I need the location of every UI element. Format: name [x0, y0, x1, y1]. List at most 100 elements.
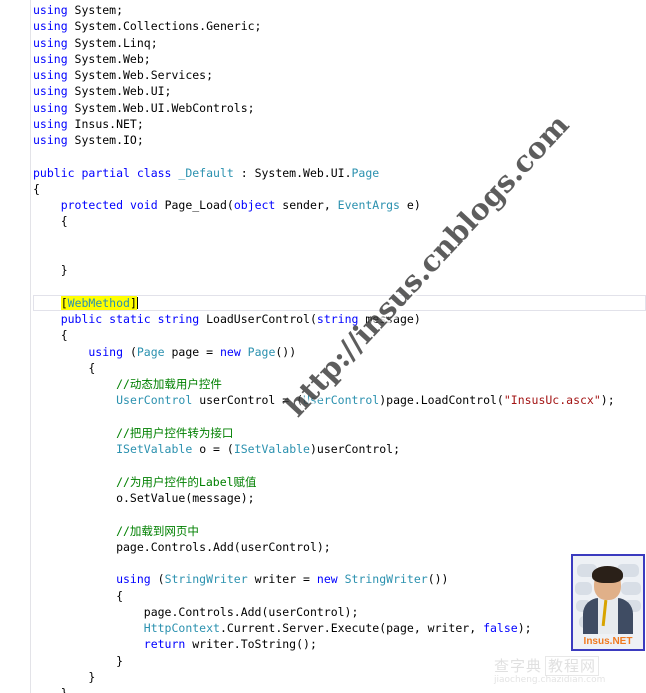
- code-line[interactable]: 52 //加载到网页中: [0, 522, 646, 540]
- code-line[interactable]: 7 using System.Web.UI.WebControls;: [0, 99, 646, 117]
- code-token: {: [33, 328, 68, 343]
- code-line[interactable]: 10: [0, 148, 646, 164]
- code-line[interactable]: 43 //动态加载用户控件: [0, 376, 646, 394]
- code-text[interactable]: using System.IO;: [33, 132, 144, 148]
- code-line[interactable]: 50 o.SetValue(message);: [0, 489, 646, 507]
- code-line[interactable]: 39 public static string LoadUserControl(…: [0, 311, 646, 327]
- code-token: StringWriter: [344, 572, 428, 587]
- code-text[interactable]: UserControl userControl = (UserControl)p…: [33, 392, 615, 408]
- avatar-shirt: [598, 598, 618, 634]
- code-text[interactable]: ISetValable o = (ISetValable)userControl…: [33, 441, 400, 457]
- code-line[interactable]: 51: [0, 506, 646, 524]
- code-line[interactable]: 2 using System.Collections.Generic;: [0, 18, 646, 36]
- code-line[interactable]: 9 using System.IO;: [0, 132, 646, 148]
- code-line[interactable]: 38 [WebMethod]: [0, 294, 646, 312]
- code-token: new: [316, 572, 345, 587]
- author-avatar-card: Insus.NET: [571, 554, 645, 651]
- code-line[interactable]: 18: [0, 279, 646, 295]
- code-text[interactable]: using System.Collections.Generic;: [33, 18, 261, 34]
- line-number: 57: [0, 604, 10, 618]
- code-text[interactable]: //加载到网页中: [33, 523, 199, 539]
- code-text[interactable]: using Insus.NET;: [33, 116, 144, 132]
- code-text[interactable]: using (StringWriter writer = new StringW…: [33, 571, 448, 587]
- code-token: : System.Web.UI.: [233, 165, 352, 180]
- code-text[interactable]: using System.Web;: [33, 51, 151, 67]
- code-line[interactable]: 53 page.Controls.Add(userControl);: [0, 538, 646, 556]
- code-text[interactable]: using System.Web.UI;: [33, 83, 171, 99]
- code-text[interactable]: {: [33, 360, 95, 376]
- code-text[interactable]: }: [33, 669, 95, 685]
- code-text[interactable]: //动态加载用户控件: [33, 376, 222, 392]
- code-token: class: [136, 165, 179, 180]
- code-line[interactable]: 41 using (Page page = new Page()): [0, 343, 646, 361]
- line-number: 49: [0, 474, 10, 488]
- code-text[interactable]: {: [33, 588, 123, 604]
- code-line[interactable]: 48: [0, 457, 646, 475]
- code-text[interactable]: o.SetValue(message);: [33, 490, 255, 506]
- code-line[interactable]: 1 using System;: [0, 2, 646, 18]
- line-number: 47: [0, 442, 10, 456]
- code-token: System.Collections.Generic;: [74, 19, 262, 34]
- code-text[interactable]: return writer.ToString();: [33, 636, 317, 652]
- code-line[interactable]: 15: [0, 229, 646, 247]
- code-text[interactable]: {: [33, 327, 68, 343]
- code-line[interactable]: 13 protected void Page_Load(object sende…: [0, 197, 646, 213]
- code-line[interactable]: 57 page.Controls.Add(userControl);: [0, 603, 646, 621]
- code-line[interactable]: 11 public partial class _Default : System…: [0, 165, 646, 181]
- code-line[interactable]: 16: [0, 245, 646, 263]
- code-line[interactable]: 3 using System.Linq;: [0, 34, 646, 52]
- code-token: //为用户控件的Label赋值: [33, 474, 257, 489]
- code-line[interactable]: 46 //把用户控件转为接口: [0, 424, 646, 442]
- code-text[interactable]: {: [33, 213, 68, 229]
- code-text[interactable]: {: [33, 181, 40, 197]
- code-token: using: [33, 35, 75, 50]
- code-text[interactable]: HttpContext.Current.Server.Execute(page,…: [33, 620, 532, 636]
- code-text[interactable]: public static string LoadUserControl(str…: [33, 311, 421, 327]
- code-text[interactable]: }: [33, 262, 68, 278]
- code-line[interactable]: 56 {: [0, 587, 646, 605]
- code-text[interactable]: using System;: [33, 2, 123, 18]
- code-text[interactable]: using System.Web.UI.WebControls;: [33, 100, 255, 116]
- code-line[interactable]: 45: [0, 408, 646, 426]
- code-line[interactable]: 40 {: [0, 327, 646, 345]
- code-line[interactable]: 47 ISetValable o = (ISetValable)userCont…: [0, 441, 646, 459]
- code-line[interactable]: 55 using (StringWriter writer = new Stri…: [0, 571, 646, 589]
- code-token: using: [33, 133, 75, 148]
- code-editor[interactable]: 1 using System; 2 using System.Collections.…: [0, 0, 646, 693]
- code-text[interactable]: page.Controls.Add(userControl);: [33, 539, 331, 555]
- line-number: 8: [3, 116, 10, 130]
- code-token: o.SetValue(message);: [33, 490, 255, 505]
- code-line[interactable]: 58 HttpContext.Current.Server.Execute(pa…: [0, 620, 646, 638]
- code-line[interactable]: 17 }: [0, 262, 646, 278]
- code-line[interactable]: 54: [0, 555, 646, 573]
- code-line[interactable]: 42 {: [0, 359, 646, 377]
- code-token: using: [33, 68, 75, 83]
- code-text[interactable]: protected void Page_Load(object sender, …: [33, 197, 421, 213]
- code-line[interactable]: 8 using Insus.NET;: [0, 115, 646, 133]
- code-text[interactable]: using System.Linq;: [33, 35, 158, 51]
- line-number: 1: [3, 3, 10, 16]
- code-folding-gutter[interactable]: [16, 0, 30, 693]
- code-text[interactable]: [WebMethod]: [33, 295, 138, 311]
- code-text[interactable]: public partial class _Default : System.W…: [33, 165, 379, 181]
- code-text[interactable]: }: [33, 653, 123, 669]
- code-token: userControl = (: [192, 393, 304, 408]
- code-line[interactable]: 6 using System.Web.UI;: [0, 83, 646, 101]
- code-text[interactable]: }: [33, 685, 68, 693]
- code-line[interactable]: 4 using System.Web;: [0, 50, 646, 68]
- code-line[interactable]: 12 {: [0, 180, 646, 198]
- code-token: using: [33, 51, 75, 66]
- code-line[interactable]: 5 using System.Web.Services;: [0, 67, 646, 85]
- code-line[interactable]: 44 UserControl userControl = (UserContro…: [0, 392, 646, 410]
- code-text[interactable]: page.Controls.Add(userControl);: [33, 604, 359, 620]
- code-text[interactable]: //把用户控件转为接口: [33, 425, 233, 441]
- code-line[interactable]: 59 return writer.ToString();: [0, 636, 646, 654]
- code-text[interactable]: //为用户控件的Label赋值: [33, 474, 257, 490]
- line-number: 50: [0, 490, 10, 504]
- code-line[interactable]: 49 //为用户控件的Label赋值: [0, 473, 646, 491]
- code-lines-container[interactable]: 1 using System; 2 using System.Collections.…: [0, 2, 646, 693]
- code-text[interactable]: using System.Web.Services;: [33, 67, 213, 83]
- code-line[interactable]: 14 {: [0, 213, 646, 231]
- code-text[interactable]: using (Page page = new Page()): [33, 344, 296, 360]
